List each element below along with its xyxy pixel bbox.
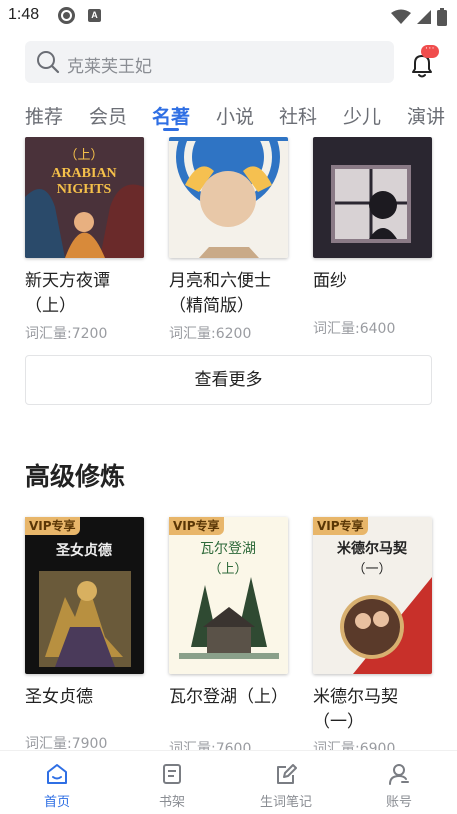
- content-scroll[interactable]: （上） ARABIAN NIGHTS 新天方夜谭（上） 词汇量:7200 月亮和…: [0, 137, 457, 750]
- book-cover: 米德尔马契 （一）: [313, 517, 432, 674]
- app-notification-icon: A: [88, 9, 101, 22]
- category-tabs: 推荐 会员 名著 小说 社科 少儿 演讲: [0, 96, 457, 136]
- account-icon: [389, 764, 409, 785]
- book-word-count: 词汇量:7200: [25, 326, 108, 342]
- notes-icon: [277, 764, 297, 784]
- nav-label: 首页: [43, 795, 70, 810]
- cover-title-text: 瓦尔登湖: [200, 541, 256, 557]
- tab-children[interactable]: 少儿: [343, 102, 381, 129]
- bookshelf-icon: [163, 764, 181, 784]
- nav-account[interactable]: 账号: [354, 751, 444, 814]
- book-title: 瓦尔登湖（上）: [169, 687, 288, 707]
- book-title: 月亮和六便士（精简版）: [169, 271, 271, 316]
- nav-home[interactable]: 首页: [12, 751, 102, 814]
- vip-badge: VIP专享: [313, 517, 368, 535]
- book-cover: （上） ARABIAN NIGHTS: [25, 137, 144, 258]
- nav-label: 账号: [385, 795, 412, 810]
- book-word-count: 词汇量:6900: [313, 741, 396, 750]
- search-placeholder: 克莱芙王妃: [67, 57, 152, 77]
- home-icon: [47, 764, 67, 784]
- tab-classics[interactable]: 名著: [152, 102, 190, 129]
- wifi-icon: [390, 9, 411, 24]
- book-cover: 圣女贞德: [25, 517, 144, 674]
- book-title: 新天方夜谭（上）: [25, 271, 110, 316]
- view-more-button[interactable]: 查看更多: [25, 355, 432, 405]
- sync-status-icon: [58, 7, 75, 24]
- book-word-count: 词汇量:6400: [313, 321, 396, 337]
- nav-label: 生词笔记: [259, 795, 312, 810]
- notification-button[interactable]: ···: [407, 45, 441, 80]
- cover-title-text: 米德尔马契: [337, 540, 408, 557]
- nav-bookshelf[interactable]: 书架: [127, 751, 217, 814]
- nav-label: 书架: [158, 795, 185, 810]
- nav-vocab-notes[interactable]: 生词笔记: [241, 751, 331, 814]
- book-title: 米德尔马契（一）: [313, 687, 398, 732]
- vip-badge: VIP专享: [169, 517, 224, 535]
- book-word-count: 词汇量:7900: [25, 736, 108, 750]
- search-icon: [37, 51, 60, 74]
- section-title: 高级修炼: [25, 462, 126, 491]
- status-bar: 1:48 A: [0, 0, 457, 32]
- status-time: 1:48: [8, 6, 40, 23]
- cover-sub-text: NIGHTS: [57, 182, 112, 197]
- book-cover: [169, 137, 288, 258]
- notification-badge: ···: [421, 45, 439, 58]
- tab-social-science[interactable]: 社科: [279, 102, 317, 129]
- system-status-icons: [390, 6, 447, 26]
- tab-novel[interactable]: 小说: [216, 102, 254, 129]
- cover-paren-text: （上）: [64, 147, 103, 162]
- book-word-count: 词汇量:7600: [169, 741, 252, 750]
- tab-speech[interactable]: 演讲: [407, 102, 445, 129]
- cover-sub-text: （一）: [352, 562, 391, 577]
- signal-icon: [416, 9, 431, 24]
- active-tab-indicator: [163, 128, 179, 131]
- book-word-count: 词汇量:6200: [169, 326, 252, 342]
- book-title: 圣女贞德: [25, 687, 93, 707]
- cover-sub-text: （上）: [208, 562, 247, 577]
- tab-recommend[interactable]: 推荐: [25, 102, 63, 129]
- bottom-navigation: 首页 书架 生词笔记 账号: [0, 750, 457, 814]
- book-title: 面纱: [313, 271, 347, 291]
- book-cover: 瓦尔登湖 （上）: [169, 517, 288, 674]
- cover-title-text: 圣女贞德: [55, 542, 112, 559]
- book-cover: [313, 137, 432, 258]
- vip-badge: VIP专享: [25, 517, 80, 535]
- battery-icon: [437, 7, 447, 26]
- cover-main-text: ARABIAN: [51, 166, 116, 181]
- search-input[interactable]: 克莱芙王妃: [25, 41, 394, 83]
- tab-member[interactable]: 会员: [89, 102, 127, 129]
